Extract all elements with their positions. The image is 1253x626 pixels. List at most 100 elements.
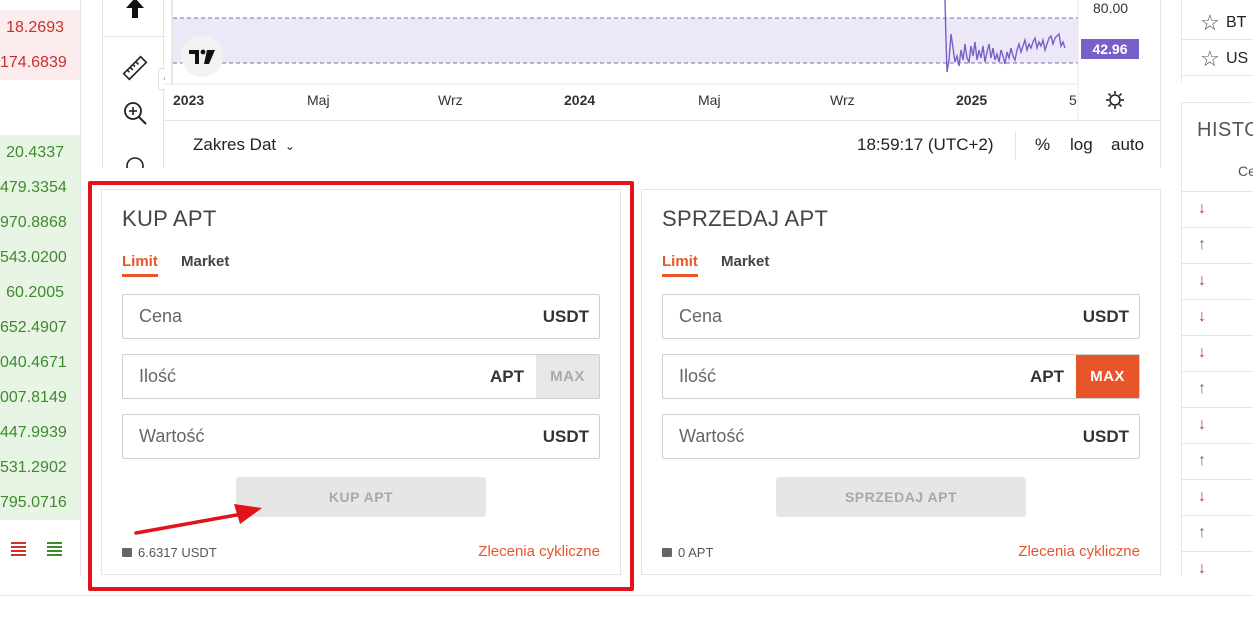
unit-label: USDT bbox=[542, 307, 589, 326]
favorites-list: ☆ BT ☆ US bbox=[1181, 0, 1253, 82]
unit-label: USDT bbox=[1082, 307, 1129, 326]
arrow-down-icon: ↓ bbox=[1198, 560, 1206, 575]
history-row: ↑ bbox=[1182, 371, 1253, 407]
sell-price-input[interactable] bbox=[663, 295, 1023, 338]
buy-value-field: USDT bbox=[122, 414, 600, 459]
star-icon[interactable]: ☆ bbox=[1200, 10, 1220, 36]
buy-price-field: USDT bbox=[122, 294, 600, 339]
sell-price-field: USDT bbox=[662, 294, 1140, 339]
star-icon[interactable]: ☆ bbox=[1200, 46, 1220, 72]
order-book-bid-row[interactable]: 60.2005 bbox=[0, 275, 80, 310]
buy-price-input[interactable] bbox=[123, 295, 483, 338]
tab-limit[interactable]: Limit bbox=[122, 253, 158, 277]
arrow-up-icon: ↑ bbox=[1198, 452, 1206, 469]
history-column-header: Ce bbox=[1238, 163, 1253, 179]
tradingview-logo bbox=[181, 35, 223, 77]
history-row: ↑ bbox=[1182, 443, 1253, 479]
sell-max-button[interactable]: MAX bbox=[1076, 355, 1139, 398]
divider bbox=[1015, 131, 1016, 159]
x-axis-label: 2025 bbox=[956, 92, 988, 108]
arrow-down-icon: ↓ bbox=[1198, 344, 1206, 361]
history-row: ↓ bbox=[1182, 551, 1253, 575]
arrow-down-icon: ↓ bbox=[1198, 272, 1206, 289]
order-book-bid-row[interactable]: 040.4671 bbox=[0, 345, 80, 380]
unit-label: USDT bbox=[1082, 427, 1129, 446]
buy-panel: KUP APT Limit Market USDT APT MAX USDT K… bbox=[101, 189, 621, 575]
history-title: HISTO bbox=[1197, 119, 1253, 141]
wallet-icon bbox=[122, 548, 132, 558]
order-book-bid-row[interactable]: 795.0716 bbox=[0, 485, 80, 520]
tab-market[interactable]: Market bbox=[181, 253, 229, 274]
order-book-bid-row[interactable]: 479.3354 bbox=[0, 170, 80, 205]
x-axis-label: 5 bbox=[1069, 92, 1077, 108]
sell-amount-input[interactable] bbox=[663, 355, 1023, 398]
order-book-bid-row[interactable]: 007.8149 bbox=[0, 380, 80, 415]
balance-value: 0 APT bbox=[678, 545, 714, 560]
buy-amount-field: APT MAX bbox=[122, 354, 600, 399]
chart-toolbar bbox=[102, 0, 165, 168]
history-row: ↓ bbox=[1182, 263, 1253, 299]
chart-clock[interactable]: 18:59:17 (UTC+2) bbox=[857, 135, 994, 155]
arrow-up-icon: ↑ bbox=[1198, 380, 1206, 397]
arrow-down-icon: ↓ bbox=[1198, 200, 1206, 217]
tab-market[interactable]: Market bbox=[721, 253, 769, 274]
ruler-icon[interactable] bbox=[119, 52, 151, 84]
order-book-bid-row[interactable]: 20.4337 bbox=[0, 135, 80, 170]
order-book-bid-row[interactable]: 652.4907 bbox=[0, 310, 80, 345]
recurring-orders-link[interactable]: Zlecenia cykliczne bbox=[1018, 543, 1140, 560]
tab-limit[interactable]: Limit bbox=[662, 253, 698, 277]
order-book-ask-row[interactable]: 174.6839 bbox=[0, 45, 80, 80]
arrow-down-icon: ↓ bbox=[1198, 308, 1206, 325]
arrow-up-icon[interactable] bbox=[119, 0, 151, 24]
divider bbox=[0, 595, 1253, 596]
history-row: ↓ bbox=[1182, 407, 1253, 443]
sell-value-input[interactable] bbox=[663, 415, 1023, 458]
arrow-up-icon: ↑ bbox=[1198, 524, 1206, 541]
price-axis-label: 80.00 bbox=[1093, 0, 1129, 16]
x-axis-label: Maj bbox=[698, 92, 721, 108]
chart-footer: Zakres Dat ⌄ 18:59:17 (UTC+2) % log auto bbox=[165, 120, 1161, 168]
order-book-bid-row[interactable]: 447.9939 bbox=[0, 415, 80, 450]
history-row: ↓ bbox=[1182, 191, 1253, 227]
x-axis-label: 2024 bbox=[564, 92, 596, 108]
chevron-down-icon: ⌄ bbox=[284, 139, 295, 153]
order-book-bid-row[interactable]: 970.8868 bbox=[0, 205, 80, 240]
x-axis-label: Wrz bbox=[830, 92, 855, 108]
unit-label: USDT bbox=[542, 427, 589, 446]
buy-submit-button[interactable]: KUP APT bbox=[236, 477, 486, 517]
buy-amount-input[interactable] bbox=[123, 355, 483, 398]
favorite-item[interactable]: ☆ US bbox=[1182, 40, 1253, 76]
zoom-in-icon[interactable] bbox=[119, 97, 151, 129]
history-row: ↑ bbox=[1182, 515, 1253, 551]
sell-submit-button[interactable]: SPRZEDAJ APT bbox=[776, 477, 1026, 517]
order-book-bid-row[interactable]: 531.2902 bbox=[0, 450, 80, 485]
buy-value-input[interactable] bbox=[123, 415, 483, 458]
buy-balance: 6.6317 USDT bbox=[122, 545, 217, 560]
arrow-up-icon: ↑ bbox=[1198, 236, 1206, 253]
x-axis-label: 2023 bbox=[173, 92, 205, 108]
history-row: ↑ bbox=[1182, 227, 1253, 263]
order-book-ask-row[interactable]: 18.2693 bbox=[0, 10, 80, 45]
sell-balance: 0 APT bbox=[662, 545, 713, 560]
date-range-dropdown[interactable]: Zakres Dat ⌄ bbox=[193, 135, 295, 155]
balance-value: 6.6317 USDT bbox=[138, 545, 217, 560]
arrow-down-icon: ↓ bbox=[1198, 488, 1206, 505]
sell-amount-field: APT MAX bbox=[662, 354, 1140, 399]
order-book-bid-row[interactable]: 543.0200 bbox=[0, 240, 80, 275]
favorite-item[interactable]: ☆ BT bbox=[1182, 4, 1253, 40]
percent-scale-button[interactable]: % bbox=[1035, 135, 1050, 155]
recurring-orders-link[interactable]: Zlecenia cykliczne bbox=[478, 543, 600, 560]
magnet-icon[interactable] bbox=[119, 152, 151, 168]
wallet-icon bbox=[662, 548, 672, 558]
sell-panel: SPRZEDAJ APT Limit Market USDT APT MAX U… bbox=[641, 189, 1161, 575]
log-scale-button[interactable]: log bbox=[1070, 135, 1093, 155]
favorite-symbol: BT bbox=[1226, 14, 1247, 31]
history-row: ↓ bbox=[1182, 479, 1253, 515]
auto-scale-button[interactable]: auto bbox=[1111, 135, 1144, 155]
sell-value-field: USDT bbox=[662, 414, 1140, 459]
buy-max-button[interactable]: MAX bbox=[536, 355, 599, 398]
unit-label: APT bbox=[1030, 367, 1064, 386]
history-row: ↓ bbox=[1182, 299, 1253, 335]
arrow-down-icon: ↓ bbox=[1198, 416, 1206, 433]
list-view-icon[interactable] bbox=[0, 536, 80, 564]
